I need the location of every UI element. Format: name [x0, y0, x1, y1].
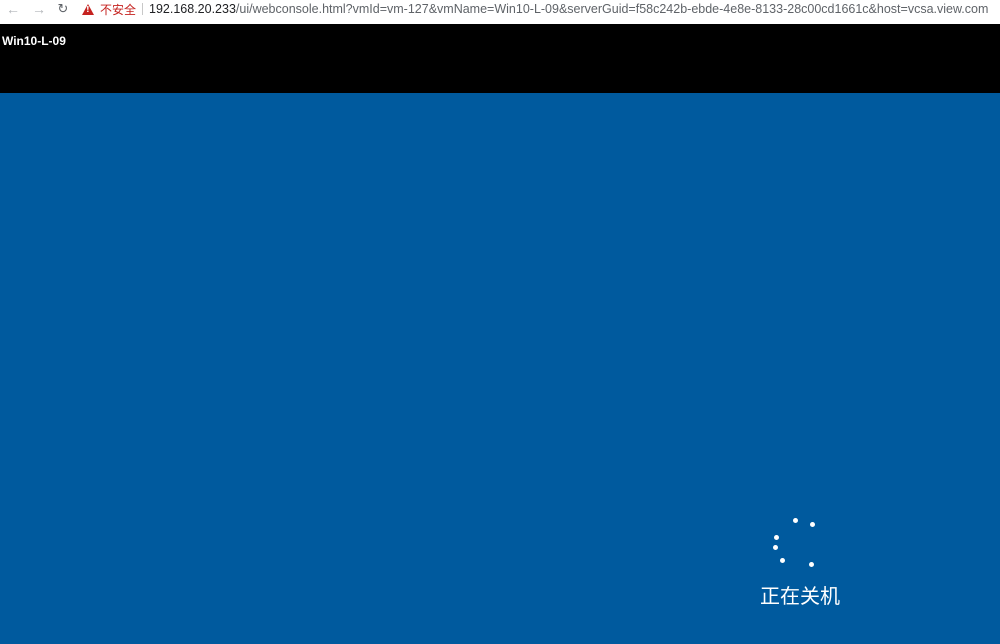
spinner-dot	[774, 535, 779, 540]
warning-icon	[82, 3, 94, 15]
url-text[interactable]: 192.168.20.233/ui/webconsole.html?vmId=v…	[149, 2, 988, 16]
spinner-dot	[810, 522, 815, 527]
address-divider	[142, 3, 144, 15]
browser-toolbar: ← → ↻ 不安全 192.168.20.233/ui/webconsole.h…	[0, 0, 1000, 18]
spinner-dot	[780, 558, 785, 563]
spinner-dot	[773, 545, 778, 550]
reload-icon: ↻	[57, 1, 69, 16]
arrow-left-icon: ←	[6, 1, 20, 17]
vm-name-label: Win10-L-09	[2, 34, 66, 48]
security-warning-label[interactable]: 不安全	[100, 1, 136, 18]
shutdown-status-text: 正在关机	[760, 584, 840, 608]
console-header: Win10-L-09	[0, 24, 1000, 93]
reload-button[interactable]: ↻	[52, 0, 74, 18]
url-host: 192.168.20.233	[149, 2, 236, 16]
spinner-dot	[793, 518, 798, 523]
back-button[interactable]: ←	[0, 0, 26, 18]
address-bar[interactable]: 不安全 192.168.20.233/ui/webconsole.html?vm…	[74, 0, 1000, 18]
vm-console-screen[interactable]	[0, 93, 1000, 644]
loading-spinner-icon	[770, 515, 820, 570]
arrow-right-icon: →	[32, 1, 46, 17]
forward-button[interactable]: →	[26, 0, 52, 18]
url-path: /ui/webconsole.html?vmId=vm-127&vmName=W…	[235, 2, 989, 16]
spinner-dot	[809, 562, 814, 567]
